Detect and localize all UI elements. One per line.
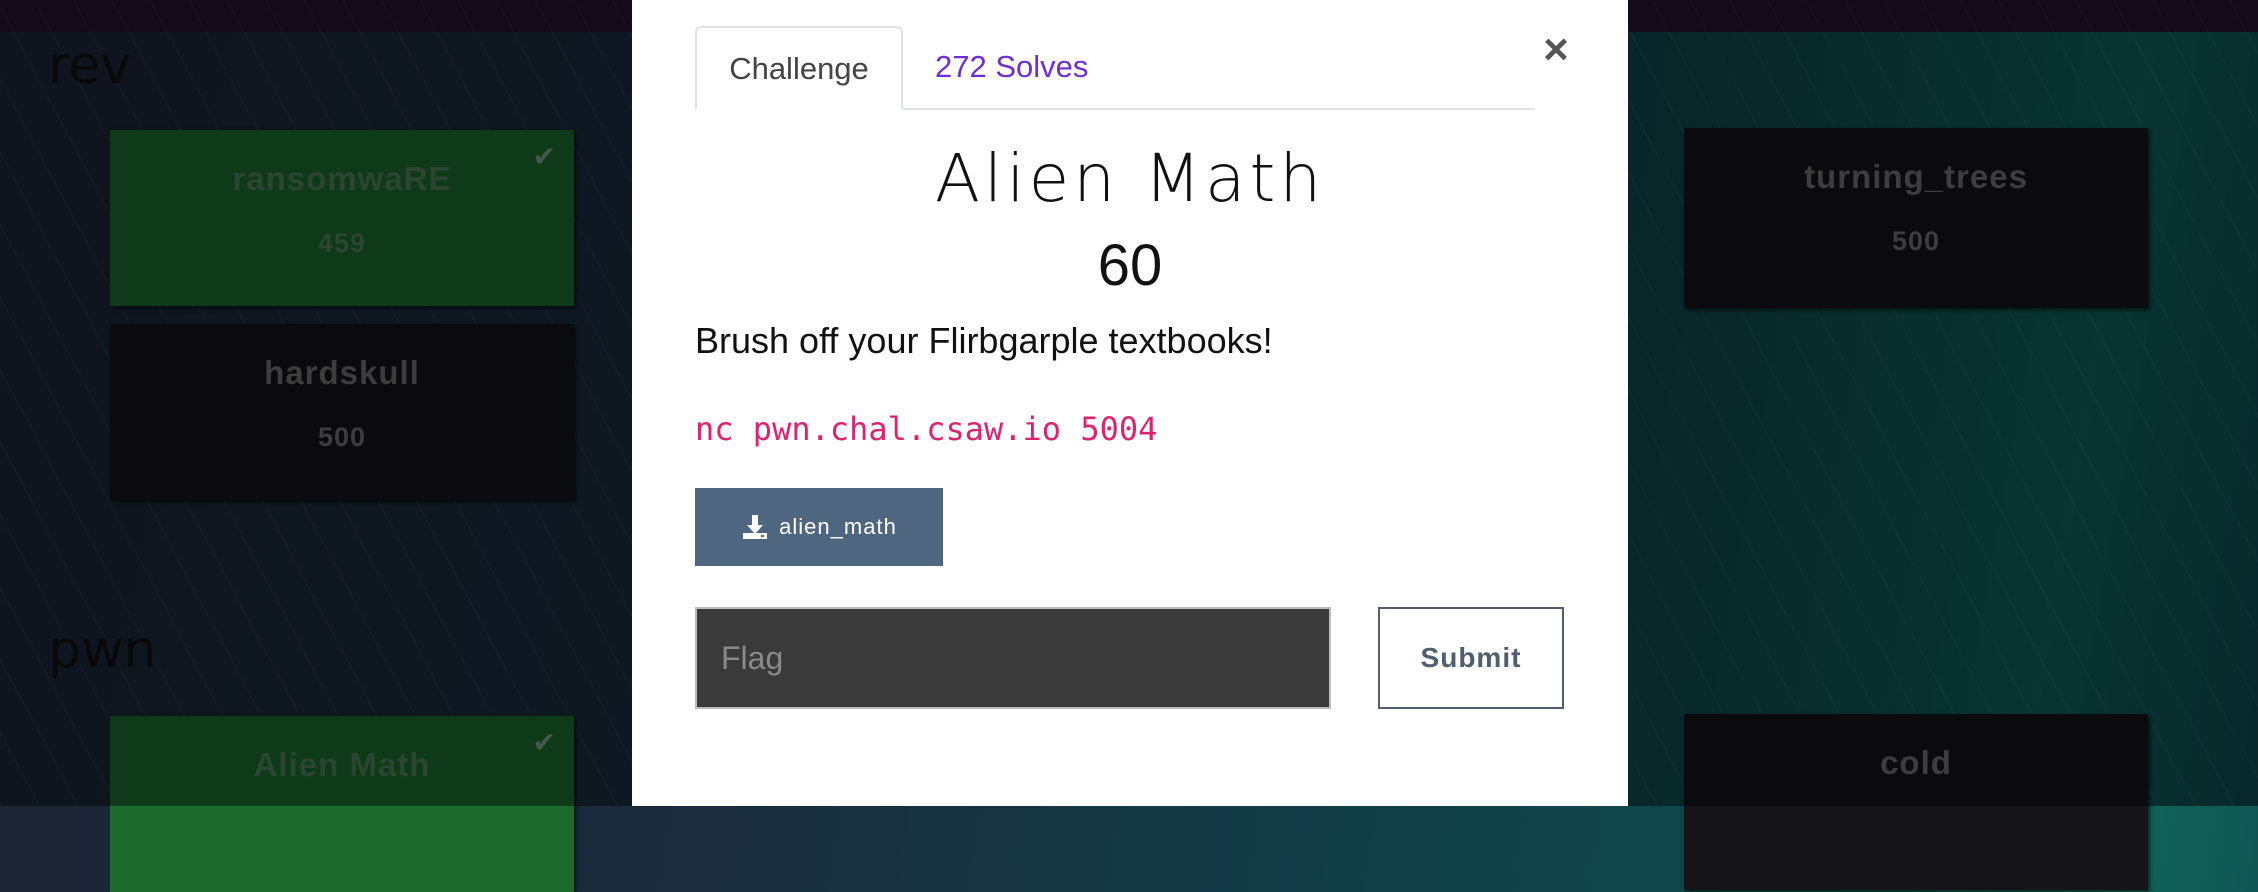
tab-solves[interactable]: 272 Solves [903,26,1120,108]
download-icon [743,515,768,539]
download-file-button[interactable]: alien_math [695,488,943,566]
challenge-title: Alien Math [934,140,1326,217]
challenge-value: 60 [1097,233,1163,298]
close-icon[interactable]: × [1532,26,1580,74]
submit-button[interactable]: Submit [1378,607,1564,709]
tab-challenge[interactable]: Challenge [695,26,903,110]
challenge-modal: Challenge 272 Solves × Alien Math 60 Bru… [632,0,1628,806]
download-file-label: alien_math [779,514,897,539]
flag-input[interactable] [695,607,1331,709]
modal-tabs: Challenge 272 Solves [695,26,1535,110]
challenge-connection-command: nc pwn.chal.csaw.io 5004 [695,410,1158,448]
challenge-description: Brush off your Flirbgarple textbooks! [695,320,1273,361]
